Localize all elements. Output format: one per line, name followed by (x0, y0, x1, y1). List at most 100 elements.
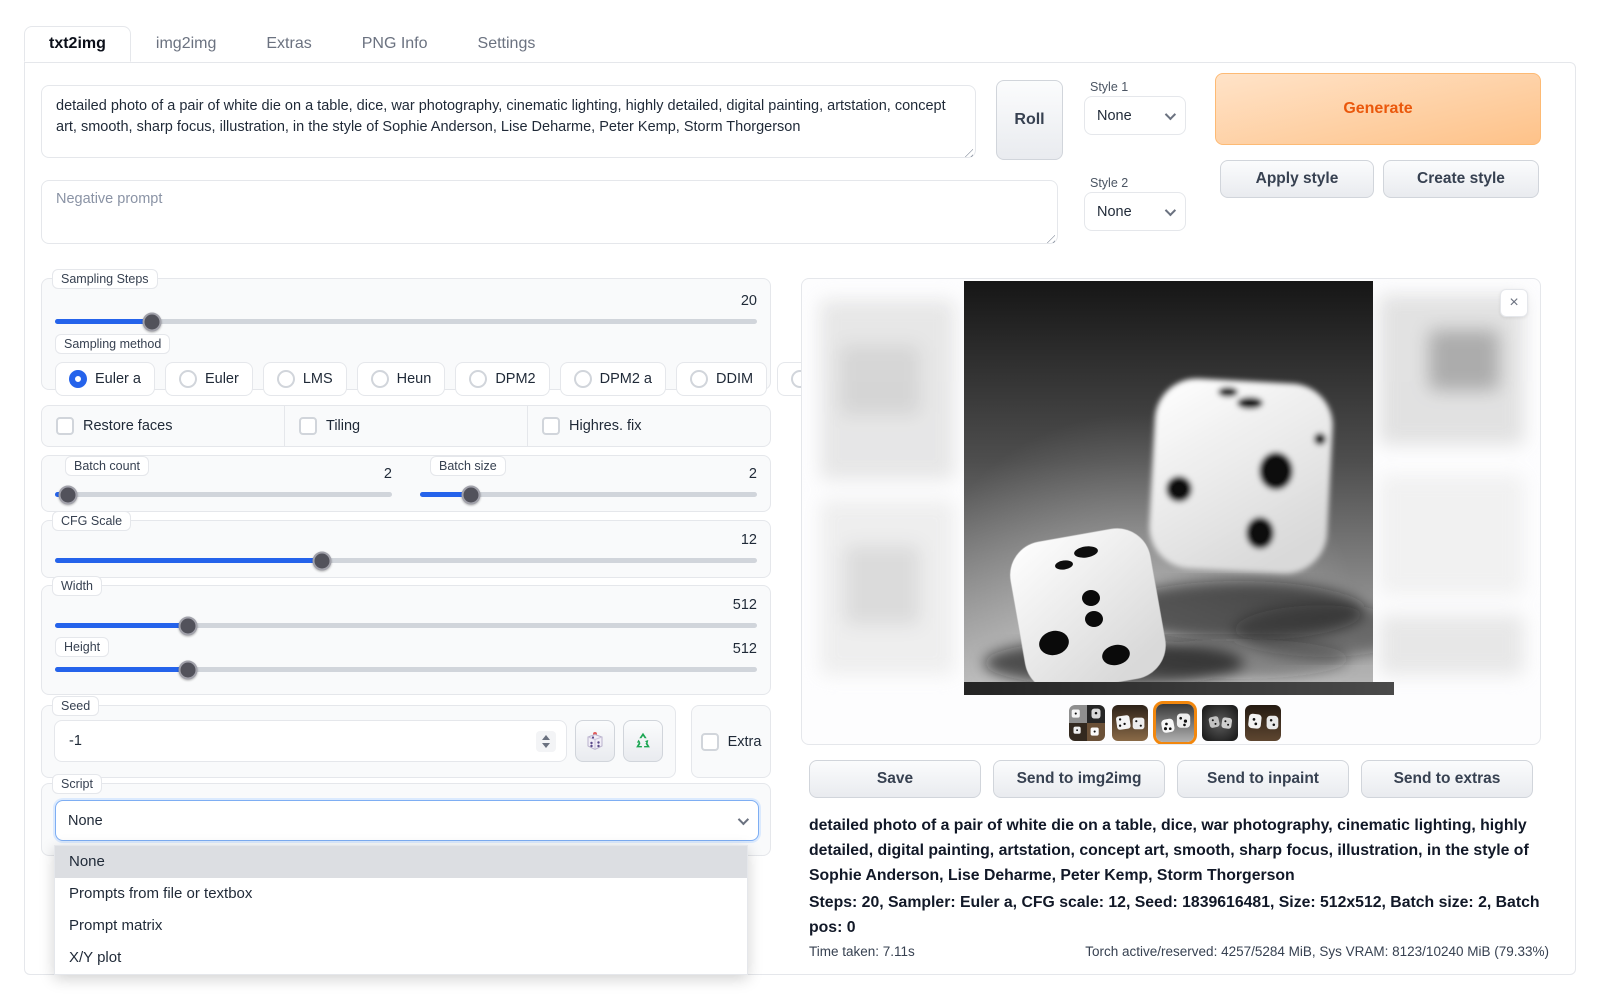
gallery-thumbnail-1[interactable] (1067, 703, 1107, 743)
script-dropdown-menu: None Prompts from file or textbox Prompt… (54, 845, 748, 975)
radio-euler-a[interactable]: Euler a (55, 362, 155, 396)
send-to-inpaint-button[interactable]: Send to inpaint (1177, 760, 1349, 798)
slider-thumb[interactable] (312, 551, 331, 570)
send-to-extras-button[interactable]: Send to extras (1361, 760, 1533, 798)
gallery-thumbnail-2[interactable] (1110, 703, 1150, 743)
seed-input[interactable]: -1 (54, 720, 567, 762)
batch-card: Batch count 2 Batch size 2 (41, 455, 771, 512)
batch-size-slider[interactable] (420, 492, 757, 497)
tab-settings[interactable]: Settings (453, 26, 561, 62)
radio-lms[interactable]: LMS (263, 362, 347, 396)
script-select[interactable]: None (55, 800, 759, 841)
seed-value: -1 (69, 733, 82, 749)
radio-dpm2-a[interactable]: DPM2 a (560, 362, 666, 396)
generation-info: detailed photo of a pair of white die on… (809, 813, 1549, 959)
step-down-icon (542, 743, 550, 748)
batch-size-label: Batch size (430, 456, 506, 476)
seed-card: Seed -1 (41, 705, 676, 778)
gallery-blur-right (1374, 285, 1532, 680)
height-label: Height (55, 637, 109, 657)
extra-checkbox[interactable]: Extra (701, 733, 762, 751)
sampling-method-label: Sampling method (55, 334, 170, 354)
seed-label: Seed (52, 696, 99, 716)
slider-thumb[interactable] (179, 660, 198, 679)
generated-image[interactable] (964, 281, 1373, 682)
height-slider[interactable] (55, 667, 757, 672)
random-seed-button[interactable] (575, 720, 615, 762)
script-option-prompts-from-file[interactable]: Prompts from file or textbox (55, 878, 747, 910)
roll-button[interactable]: Roll (996, 80, 1063, 160)
tab-extras[interactable]: Extras (241, 26, 336, 62)
cfg-card: CFG Scale 12 (41, 520, 771, 578)
batch-count-slider[interactable] (55, 492, 392, 497)
vram-stats: Torch active/reserved: 4257/5284 MiB, Sy… (1085, 944, 1549, 959)
width-value: 512 (733, 597, 757, 613)
gallery-thumbnail-4[interactable] (1200, 703, 1240, 743)
style1-select[interactable]: None (1084, 96, 1186, 135)
style2-label: Style 2 (1090, 176, 1128, 190)
gallery-blur-left (810, 285, 962, 680)
radio-dot (469, 370, 487, 388)
dimensions-card: Width 512 Height 512 (41, 585, 771, 695)
tab-img2img[interactable]: img2img (131, 26, 241, 62)
toggles-card: Restore faces Tiling Highres. fix (41, 405, 771, 447)
radio-dot (277, 370, 295, 388)
txt2img-app: txt2img img2img Extras PNG Info Settings… (0, 0, 1600, 1000)
apply-style-button[interactable]: Apply style (1220, 160, 1374, 198)
style1-value: None (1097, 108, 1165, 124)
radio-dpm2[interactable]: DPM2 (455, 362, 549, 396)
batch-count-label: Batch count (65, 456, 149, 476)
width-label: Width (52, 576, 102, 596)
chevron-down-icon (1165, 108, 1176, 119)
time-taken: Time taken: 7.11s (809, 944, 915, 959)
batch-count-value: 2 (384, 466, 392, 482)
sampling-method-group: Euler a Euler LMS Heun DPM2 DPM2 a DDIM … (55, 362, 757, 396)
width-slider[interactable] (55, 623, 757, 628)
script-option-none[interactable]: None (55, 846, 747, 878)
slider-thumb[interactable] (142, 312, 161, 331)
style2-value: None (1097, 204, 1165, 220)
result-gallery: × (801, 278, 1541, 745)
close-icon[interactable]: × (1500, 289, 1528, 317)
step-up-icon (542, 735, 550, 740)
cfg-value: 12 (741, 532, 757, 548)
radio-euler[interactable]: Euler (165, 362, 253, 396)
recycle-icon (632, 730, 654, 752)
tiling-checkbox[interactable]: Tiling (299, 417, 360, 435)
tab-bar: txt2img img2img Extras PNG Info Settings (24, 26, 560, 62)
gallery-thumbnail-3-selected[interactable] (1153, 701, 1197, 745)
script-label: Script (52, 774, 102, 794)
prompt-input[interactable]: detailed photo of a pair of white die on… (41, 85, 976, 158)
checkbox-box (701, 733, 719, 751)
restore-faces-checkbox[interactable]: Restore faces (56, 417, 172, 435)
highres-fix-checkbox[interactable]: Highres. fix (542, 417, 642, 435)
cfg-slider[interactable] (55, 558, 757, 563)
sampling-steps-slider[interactable] (55, 319, 757, 324)
sampling-card: Sampling Steps 20 Sampling method Euler … (41, 278, 771, 390)
negative-prompt-input[interactable] (41, 180, 1058, 244)
send-to-img2img-button[interactable]: Send to img2img (993, 760, 1165, 798)
dice-icon (584, 730, 606, 752)
gallery-actions: Save Send to img2img Send to inpaint Sen… (809, 760, 1533, 798)
style1-label: Style 1 (1090, 80, 1128, 94)
create-style-button[interactable]: Create style (1383, 160, 1539, 198)
radio-dot (179, 370, 197, 388)
slider-thumb[interactable] (461, 485, 480, 504)
save-button[interactable]: Save (809, 760, 981, 798)
style2-select[interactable]: None (1084, 192, 1186, 231)
height-value: 512 (733, 641, 757, 657)
tab-png-info[interactable]: PNG Info (337, 26, 453, 62)
radio-ddim[interactable]: DDIM (676, 362, 767, 396)
radio-dot (690, 370, 708, 388)
radio-heun[interactable]: Heun (357, 362, 446, 396)
slider-thumb[interactable] (59, 485, 78, 504)
checkbox-box (542, 417, 560, 435)
script-option-xy-plot[interactable]: X/Y plot (55, 942, 747, 974)
tab-txt2img[interactable]: txt2img (24, 26, 131, 62)
generate-button[interactable]: Generate (1215, 73, 1541, 145)
reuse-seed-button[interactable] (623, 720, 663, 762)
seed-stepper[interactable] (536, 731, 556, 752)
slider-thumb[interactable] (179, 616, 198, 635)
script-option-prompt-matrix[interactable]: Prompt matrix (55, 910, 747, 942)
gallery-thumbnail-5[interactable] (1243, 703, 1283, 743)
